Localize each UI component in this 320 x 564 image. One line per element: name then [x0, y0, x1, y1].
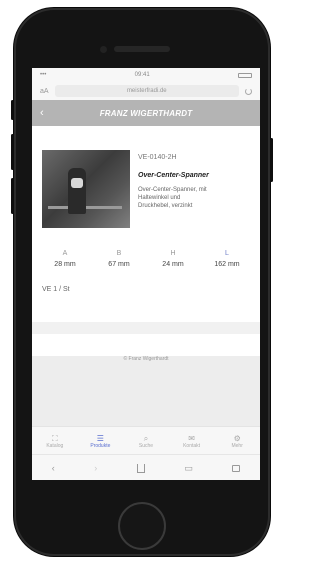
spec-value-a: 28 mm	[54, 261, 76, 268]
spec-key-h: H	[170, 250, 176, 257]
screen: ••• 09:41 aA meisterfradi.de ‹ FRANZ WIG…	[32, 68, 260, 480]
bookmarks-icon[interactable]: ▭	[184, 463, 193, 474]
divider	[32, 322, 260, 334]
footer-copyright: © Franz Wigerthardt	[123, 356, 169, 362]
tab-katalog[interactable]: ⛶ Katalog	[32, 427, 78, 455]
spec-key-a: A	[62, 250, 68, 257]
spec-value-h: 24 mm	[162, 261, 184, 268]
volume-up-button	[11, 134, 14, 170]
front-camera	[100, 46, 107, 53]
tab-label: Produkte	[90, 442, 111, 449]
product-detail: VE-0140-2H Over-Center-Spanner Over-Cent…	[32, 126, 260, 356]
mute-switch	[11, 100, 14, 120]
mail-icon: ✉	[188, 433, 195, 443]
tab-suche[interactable]: ⌕ Suche	[123, 427, 169, 455]
gear-icon: ⚙	[233, 433, 241, 443]
tab-label: Kontakt	[183, 442, 201, 449]
product-title: Over-Center-Spanner	[138, 172, 209, 179]
volume-down-button	[11, 178, 14, 214]
battery-icon	[238, 72, 252, 78]
reload-icon[interactable]	[245, 87, 252, 95]
spec-key-b: B	[116, 250, 122, 257]
browser-toolbar: ‹ › ▭	[32, 454, 260, 480]
share-icon[interactable]	[136, 463, 145, 473]
tab-label: Katalog	[46, 442, 64, 449]
status-time: 09:41	[134, 72, 150, 78]
product-image	[42, 150, 130, 228]
browser-url-bar: aA meisterfradi.de	[32, 82, 260, 100]
spec-value-l: 162 mm	[214, 261, 240, 268]
power-button	[270, 138, 273, 182]
product-description: Over-Center-Spanner, mit Haltewinkel und…	[138, 187, 207, 209]
packaging-unit: VE 1 / St	[42, 286, 70, 293]
home-button[interactable]	[118, 502, 166, 550]
catalog-icon: ⛶	[51, 433, 58, 443]
browser-forward-icon[interactable]: ›	[94, 463, 97, 473]
search-icon: ⌕	[143, 433, 149, 443]
spec-value-b: 67 mm	[108, 261, 130, 268]
url-field[interactable]: meisterfradi.de	[54, 85, 239, 97]
earpiece-speaker	[114, 46, 170, 52]
text-size-button[interactable]: aA	[40, 88, 49, 95]
browser-back-icon[interactable]: ‹	[52, 463, 55, 473]
tab-label: Suche	[138, 442, 154, 449]
tab-produkte[interactable]: ☰ Produkte	[78, 427, 124, 455]
spec-table: A B H L 28 mm 67 mm 24 mm 162 mm	[38, 250, 254, 268]
tab-kontakt[interactable]: ✉ Kontakt	[169, 427, 215, 455]
list-icon: ☰	[96, 433, 104, 443]
spec-key-l: L	[225, 250, 229, 257]
back-chevron-icon[interactable]: ‹	[40, 107, 44, 119]
tab-mehr[interactable]: ⚙ Mehr	[214, 427, 260, 455]
page-title: FRANZ WIGERTHARDT	[99, 108, 193, 118]
app-header: ‹ FRANZ WIGERTHARDT	[32, 100, 260, 126]
tab-bar: ⛶ Katalog ☰ Produkte ⌕ Suche ✉ Kontakt ⚙…	[32, 426, 260, 455]
status-bar: ••• 09:41	[32, 68, 260, 82]
tab-label: Mehr	[231, 442, 243, 449]
tabs-icon[interactable]	[232, 464, 241, 472]
part-number: VE-0140-2H	[138, 154, 177, 161]
